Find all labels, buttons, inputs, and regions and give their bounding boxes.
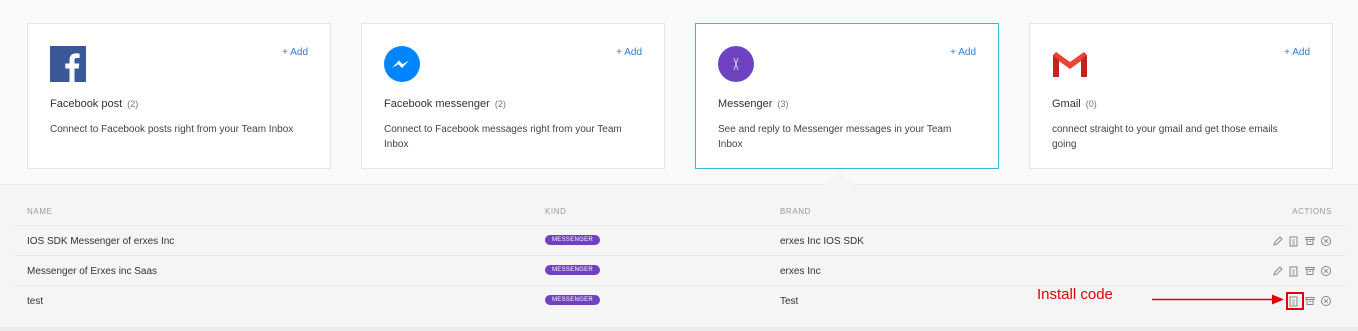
install-code-icon[interactable] bbox=[1288, 235, 1300, 247]
integration-card-gmail[interactable]: + Add Gmail (0) connect straight to your… bbox=[1029, 23, 1333, 169]
integration-title: Messenger (3) bbox=[718, 98, 976, 110]
delete-icon[interactable] bbox=[1320, 265, 1332, 277]
integration-card-messenger[interactable]: + Add Messenger (3) See and reply to Mes… bbox=[695, 23, 999, 169]
edit-icon[interactable] bbox=[1272, 235, 1284, 247]
integration-card-facebook-messenger[interactable]: + Add Facebook messenger (2) Connect to … bbox=[361, 23, 665, 169]
header-kind: KIND bbox=[545, 207, 567, 216]
integration-name: Facebook messenger bbox=[384, 98, 490, 110]
integration-card-facebook-post[interactable]: + Add Facebook post (2) Connect to Faceb… bbox=[27, 23, 331, 169]
integrations-table: NAME KIND BRAND ACTIONS IOS SDK Messenge… bbox=[0, 185, 1358, 331]
integration-description: Connect to Facebook messages right from … bbox=[384, 124, 622, 150]
kind-badge: MESSENGER bbox=[545, 295, 601, 305]
integration-count: (3) bbox=[777, 99, 789, 109]
add-facebook-post-button[interactable]: + Add bbox=[282, 47, 308, 58]
table-row: IOS SDK Messenger of erxes Inc MESSENGER… bbox=[15, 225, 1345, 255]
install-code-icon[interactable] bbox=[1288, 265, 1300, 277]
add-messenger-button[interactable]: + Add bbox=[950, 47, 976, 58]
annotation-highlight-box bbox=[1286, 292, 1304, 310]
integration-count: (2) bbox=[494, 99, 506, 109]
erxes-messenger-icon bbox=[718, 46, 754, 82]
archive-icon[interactable] bbox=[1304, 265, 1316, 277]
integration-name: Gmail bbox=[1052, 98, 1081, 110]
integration-description: connect straight to your gmail and get t… bbox=[1052, 124, 1278, 150]
delete-icon[interactable] bbox=[1320, 235, 1332, 247]
row-name: Messenger of Erxes inc Saas bbox=[27, 266, 158, 277]
integration-description: Connect to Facebook posts right from you… bbox=[50, 124, 294, 135]
annotation-label: Install code bbox=[1037, 286, 1113, 303]
bottom-divider bbox=[0, 327, 1358, 331]
row-name: IOS SDK Messenger of erxes Inc bbox=[27, 236, 175, 247]
kind-badge: MESSENGER bbox=[545, 265, 601, 275]
header-brand: BRAND bbox=[780, 207, 812, 216]
row-brand: Test bbox=[780, 296, 799, 307]
delete-icon[interactable] bbox=[1320, 295, 1332, 307]
integration-title: Gmail (0) bbox=[1052, 98, 1310, 110]
table-header: NAME KIND BRAND ACTIONS bbox=[0, 207, 1358, 225]
row-brand: erxes Inc IOS SDK bbox=[780, 236, 864, 247]
add-gmail-button[interactable]: + Add bbox=[1284, 47, 1310, 58]
integration-count: (0) bbox=[1085, 99, 1097, 109]
row-brand: erxes Inc bbox=[780, 266, 821, 277]
annotation-arrow bbox=[1152, 294, 1284, 305]
integration-name: Facebook post bbox=[50, 98, 123, 110]
add-facebook-messenger-button[interactable]: + Add bbox=[616, 47, 642, 58]
messenger-icon bbox=[384, 46, 420, 82]
integration-count: (2) bbox=[127, 99, 139, 109]
header-name: NAME bbox=[27, 207, 53, 216]
row-actions bbox=[1272, 235, 1332, 247]
facebook-icon bbox=[50, 46, 86, 82]
header-actions: ACTIONS bbox=[1292, 207, 1332, 216]
integrations-panel: + Add Facebook post (2) Connect to Faceb… bbox=[0, 0, 1358, 185]
integration-title: Facebook post (2) bbox=[50, 98, 308, 110]
archive-icon[interactable] bbox=[1304, 235, 1316, 247]
table-row: Messenger of Erxes inc Saas MESSENGER er… bbox=[15, 255, 1345, 285]
table-row: test MESSENGER Test bbox=[15, 285, 1345, 315]
integration-name: Messenger bbox=[718, 98, 773, 110]
row-name: test bbox=[27, 296, 44, 307]
kind-badge: MESSENGER bbox=[545, 235, 601, 245]
integration-title: Facebook messenger (2) bbox=[384, 98, 642, 110]
active-card-pointer bbox=[823, 170, 855, 185]
gmail-icon bbox=[1052, 46, 1088, 82]
edit-icon[interactable] bbox=[1272, 265, 1284, 277]
integration-description: See and reply to Messenger messages in y… bbox=[718, 124, 952, 150]
row-actions bbox=[1272, 265, 1332, 277]
archive-icon[interactable] bbox=[1304, 295, 1316, 307]
